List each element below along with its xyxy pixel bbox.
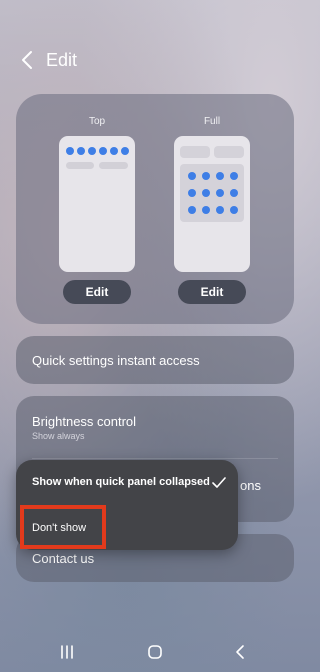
- preview-dot: [202, 172, 210, 180]
- preview-dot: [216, 172, 224, 180]
- checkmark-icon: [212, 477, 226, 488]
- layout-top-label: Top: [88, 116, 106, 127]
- preview-dot: [188, 189, 196, 197]
- preview-tile: [214, 146, 244, 158]
- navigation-bar: [0, 632, 310, 672]
- highlight-box: [20, 505, 106, 549]
- preview-dot: [66, 147, 74, 155]
- preview-tile: [180, 146, 210, 158]
- preview-bar: [66, 162, 94, 169]
- quick-settings-instant-access-row[interactable]: Quick settings instant access: [16, 336, 294, 384]
- menu-option-label: Show when quick panel collapsed: [32, 476, 210, 488]
- header: Edit: [0, 40, 310, 80]
- layout-full-label: Full: [203, 116, 221, 127]
- recent-apps-icon[interactable]: [55, 640, 79, 664]
- layout-top[interactable]: Top Edit: [47, 94, 147, 324]
- back-icon[interactable]: [229, 640, 253, 664]
- back-arrow-icon[interactable]: [16, 48, 40, 72]
- preview-dot: [230, 206, 238, 214]
- home-icon[interactable]: [143, 640, 167, 664]
- brightness-title: Brightness control: [32, 414, 137, 429]
- preview-dot: [188, 206, 196, 214]
- preview-dot: [216, 206, 224, 214]
- edit-full-button[interactable]: Edit: [178, 280, 246, 304]
- layout-top-preview[interactable]: [59, 136, 135, 272]
- menu-option-show-when-collapsed[interactable]: Show when quick panel collapsed: [16, 460, 238, 504]
- divider: [32, 458, 278, 459]
- preview-dot: [88, 147, 96, 155]
- preview-dot: [77, 147, 85, 155]
- page-title: Edit: [46, 50, 78, 70]
- hidden-row-label: ons: [240, 478, 261, 493]
- preview-dot: [121, 147, 129, 155]
- preview-dot: [188, 172, 196, 180]
- layout-card: Top Edit Full Edit: [16, 94, 294, 324]
- brightness-subtitle: Show always: [32, 431, 85, 441]
- edit-top-button[interactable]: Edit: [63, 280, 131, 304]
- preview-dot: [202, 189, 210, 197]
- preview-dot: [216, 189, 224, 197]
- preview-dot: [230, 189, 238, 197]
- preview-dot: [110, 147, 118, 155]
- layout-full[interactable]: Full Edit: [162, 94, 262, 324]
- preview-dot: [230, 172, 238, 180]
- brightness-control-row[interactable]: Brightness control Show always: [16, 396, 294, 458]
- preview-dot: [202, 206, 210, 214]
- contact-us-label: Contact us: [32, 551, 95, 566]
- preview-grid: [180, 164, 244, 222]
- layout-full-preview[interactable]: [174, 136, 250, 272]
- quick-settings-label: Quick settings instant access: [32, 353, 200, 368]
- preview-dot: [99, 147, 107, 155]
- preview-bar: [99, 162, 128, 169]
